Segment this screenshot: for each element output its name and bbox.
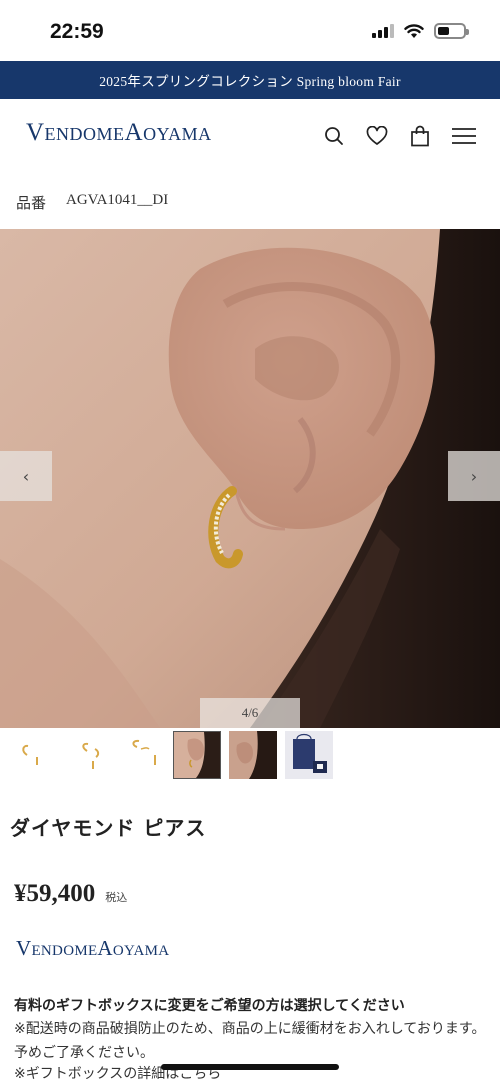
- thumbnail-5[interactable]: [229, 731, 277, 779]
- ear-photo-image: [229, 731, 277, 779]
- thumbnail-3[interactable]: [117, 731, 165, 779]
- product-number-label: 品番: [16, 196, 47, 212]
- campaign-banner[interactable]: 2025年スプリングコレクション Spring bloom Fair: [0, 61, 500, 99]
- product-number: 品番 AGVA1041__DI: [16, 192, 168, 213]
- site-header: VendomeAoyama: [0, 99, 500, 175]
- gift-box-option-title: 有料のギフトボックスに変更をご希望の方は選択してください: [14, 998, 405, 1014]
- hoop-earring-image: [132, 739, 156, 765]
- thumbnail-4[interactable]: [173, 731, 221, 779]
- thumbnail-strip: [5, 731, 333, 779]
- price-row: ¥59,400 税込: [14, 880, 127, 908]
- thumbnail-6[interactable]: [285, 731, 333, 779]
- hoop-earring-image: [82, 742, 100, 769]
- product-number-value: AGVA1041__DI: [66, 192, 169, 208]
- gallery-next-button[interactable]: ›: [448, 451, 500, 501]
- wifi-icon: [404, 23, 424, 38]
- hoop-earring-image: [22, 744, 38, 765]
- gift-box-note: ※配送時の商品破損防止のため、商品の上に緩衝材をお入れしております。予めご了承く…: [14, 1021, 486, 1061]
- battery-icon: [434, 23, 469, 39]
- heart-icon[interactable]: [366, 126, 388, 146]
- bag-icon[interactable]: [410, 125, 430, 147]
- thumbnail-1[interactable]: [5, 731, 53, 779]
- brand-logo[interactable]: VendomeAoyama: [16, 936, 169, 961]
- status-bar: 22:59: [0, 0, 500, 62]
- menu-icon[interactable]: [452, 127, 476, 145]
- thumbnail-2[interactable]: [61, 731, 109, 779]
- home-indicator: [161, 1064, 339, 1070]
- gallery-counter: 4/6: [200, 698, 300, 728]
- tax-label: 税込: [105, 891, 128, 904]
- site-logo[interactable]: VendomeAoyama: [26, 119, 212, 147]
- banner-text: 2025年スプリングコレクション Spring bloom Fair: [99, 74, 401, 89]
- search-icon[interactable]: [324, 126, 344, 146]
- gallery-prev-button[interactable]: ‹: [0, 451, 52, 501]
- gift-box-image: [285, 731, 333, 779]
- ear-photo-image: [174, 732, 220, 778]
- product-photo-ear: [0, 229, 500, 728]
- product-gallery[interactable]: ‹ › 4/6: [0, 229, 500, 728]
- header-icons: [324, 125, 476, 147]
- status-icons: [372, 23, 469, 39]
- product-price: ¥59,400: [14, 880, 96, 907]
- product-name: ダイヤモンド ピアス: [10, 816, 207, 840]
- status-time: 22:59: [50, 20, 104, 43]
- signal-icon: [372, 24, 394, 38]
